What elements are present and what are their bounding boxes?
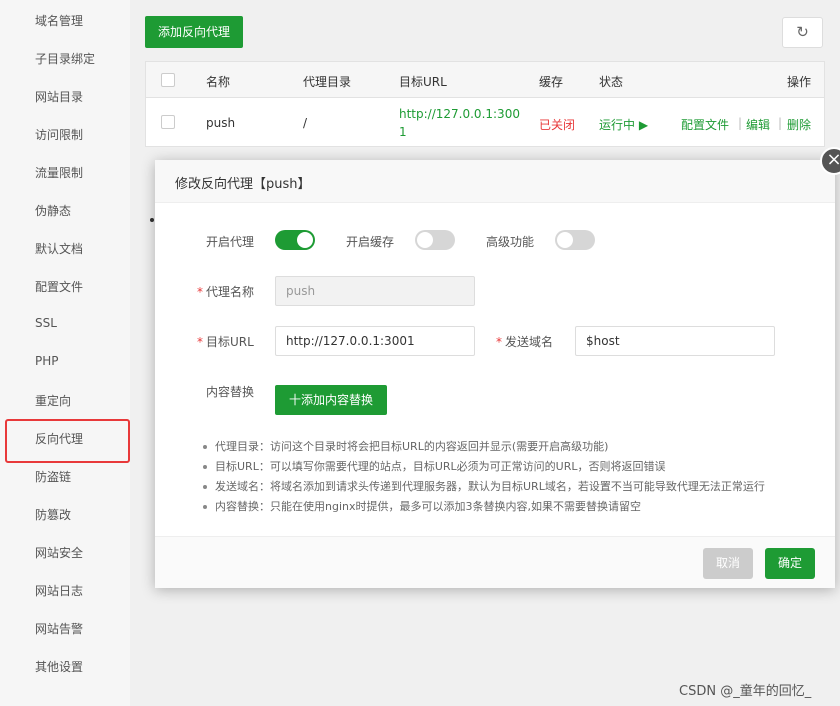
cancel-button[interactable]: 取消: [703, 548, 753, 579]
row-running-status[interactable]: 运行中 ▶: [599, 116, 648, 133]
sidebar-item-hotlink[interactable]: 防盗链: [35, 468, 71, 485]
add-content-replace-button[interactable]: 十添加内容替换: [275, 385, 387, 415]
help-item: 代理目录：访问这个目录时将会把目标URL的内容返回并显示(需要开启高级功能): [200, 437, 830, 457]
watermark: CSDN @_童年的回忆_: [679, 684, 812, 699]
confirm-button[interactable]: 确定: [765, 548, 815, 579]
toggle-knob: [417, 232, 433, 248]
header-url: 目标URL: [399, 75, 447, 89]
target-url-label: * 目标URL: [197, 333, 254, 350]
header-status: 状态: [599, 75, 624, 89]
sidebar-item-domain[interactable]: 域名管理: [35, 12, 83, 29]
send-host-label-text: 发送域名: [505, 335, 554, 349]
sidebar-item-default-doc[interactable]: 默认文档: [35, 240, 83, 257]
edit-link[interactable]: 编辑: [746, 116, 770, 133]
required-mark: *: [496, 335, 502, 349]
proxy-name-label: * 代理名称: [197, 283, 254, 300]
sidebar-item-config-file[interactable]: 配置文件: [35, 278, 83, 295]
help-item: 目标URL：可以填写你需要代理的站点，目标URL必须为可正常访问的URL，否则将…: [200, 457, 830, 477]
proxy-name-label-text: 代理名称: [206, 285, 255, 299]
select-all-checkbox[interactable]: [161, 73, 175, 87]
target-url-input[interactable]: http://127.0.0.1:3001: [275, 326, 475, 356]
dialog-title: 修改反向代理【push】: [175, 177, 311, 192]
row-name: push: [206, 116, 236, 130]
row-url-line2: 1: [399, 125, 407, 139]
enable-cache-label: 开启缓存: [346, 235, 395, 249]
advanced-label: 高级功能: [486, 235, 535, 249]
proxy-table: 名称 代理目录 目标URL 缓存 状态 操作 push / http://127…: [145, 61, 825, 147]
sidebar-item-other[interactable]: 其他设置: [35, 658, 83, 675]
target-url-label-text: 目标URL: [206, 335, 254, 349]
proxy-name-input[interactable]: push: [275, 276, 475, 306]
header-cache: 缓存: [539, 75, 564, 89]
header-dir: 代理目录: [303, 75, 352, 89]
sidebar-item-ssl[interactable]: SSL: [35, 316, 57, 330]
sidebar: 域名管理 子目录绑定 网站目录 访问限制 流量限制 伪静态 默认文档 配置文件 …: [0, 0, 130, 706]
header-name: 名称: [206, 75, 231, 89]
sidebar-item-subdir[interactable]: 子目录绑定: [35, 50, 95, 67]
active-item-highlight: [5, 419, 130, 463]
sidebar-item-site-dir[interactable]: 网站目录: [35, 88, 83, 105]
row-url-line1: http://127.0.0.1:300: [399, 107, 520, 121]
op-separator: |: [738, 116, 743, 130]
help-item: 内容替换：只能在使用nginx时提供，最多可以添加3条替换内容,如果不需要替换请…: [200, 497, 830, 517]
help-item: 发送域名：将域名添加到请求头传递到代理服务器，默认为目标URL域名，若设置不当可…: [200, 477, 830, 497]
sidebar-item-redirect[interactable]: 重定向: [35, 392, 71, 409]
sidebar-item-php[interactable]: PHP: [35, 354, 59, 368]
row-dir: /: [303, 116, 308, 130]
refresh-icon[interactable]: ↻: [782, 17, 823, 48]
edit-proxy-dialog: 修改反向代理【push】 开启代理 开启缓存 高级功能 * 代理名称 push *…: [155, 160, 835, 588]
toggle-knob: [557, 232, 573, 248]
enable-proxy-label: 开启代理: [206, 235, 255, 249]
row-checkbox[interactable]: [161, 115, 175, 129]
sidebar-item-site-security[interactable]: 网站安全: [35, 544, 83, 561]
list-bullet: [150, 218, 154, 222]
op-separator: |: [778, 116, 783, 130]
sidebar-item-site-log[interactable]: 网站日志: [35, 582, 83, 599]
sidebar-item-site-alert[interactable]: 网站告警: [35, 620, 83, 637]
send-host-input[interactable]: $host: [575, 326, 775, 356]
row-cache-status: 已关闭: [539, 118, 576, 132]
toggle-knob: [297, 232, 313, 248]
close-icon[interactable]: ×: [820, 147, 840, 175]
delete-link[interactable]: 删除: [787, 116, 811, 133]
send-host-label: * 发送域名: [496, 333, 553, 350]
add-proxy-button[interactable]: 添加反向代理: [145, 16, 243, 48]
dialog-header: 修改反向代理【push】: [155, 160, 835, 203]
header-ops: 操作: [787, 75, 812, 89]
sidebar-item-rewrite[interactable]: 伪静态: [35, 202, 71, 219]
enable-cache-toggle[interactable]: [415, 230, 455, 250]
sidebar-item-access-limit[interactable]: 访问限制: [35, 126, 83, 143]
table-header: 名称 代理目录 目标URL 缓存 状态 操作: [146, 62, 824, 98]
required-mark: *: [197, 285, 203, 299]
config-file-link[interactable]: 配置文件: [681, 116, 729, 133]
advanced-toggle[interactable]: [555, 230, 595, 250]
sidebar-item-tamper[interactable]: 防篡改: [35, 506, 71, 523]
enable-proxy-toggle[interactable]: [275, 230, 315, 250]
sidebar-item-traffic-limit[interactable]: 流量限制: [35, 164, 83, 181]
dialog-footer: 取消 确定: [155, 536, 835, 588]
content-replace-label: 内容替换: [206, 385, 255, 399]
help-list: 代理目录：访问这个目录时将会把目标URL的内容返回并显示(需要开启高级功能) 目…: [200, 437, 830, 517]
required-mark: *: [197, 335, 203, 349]
